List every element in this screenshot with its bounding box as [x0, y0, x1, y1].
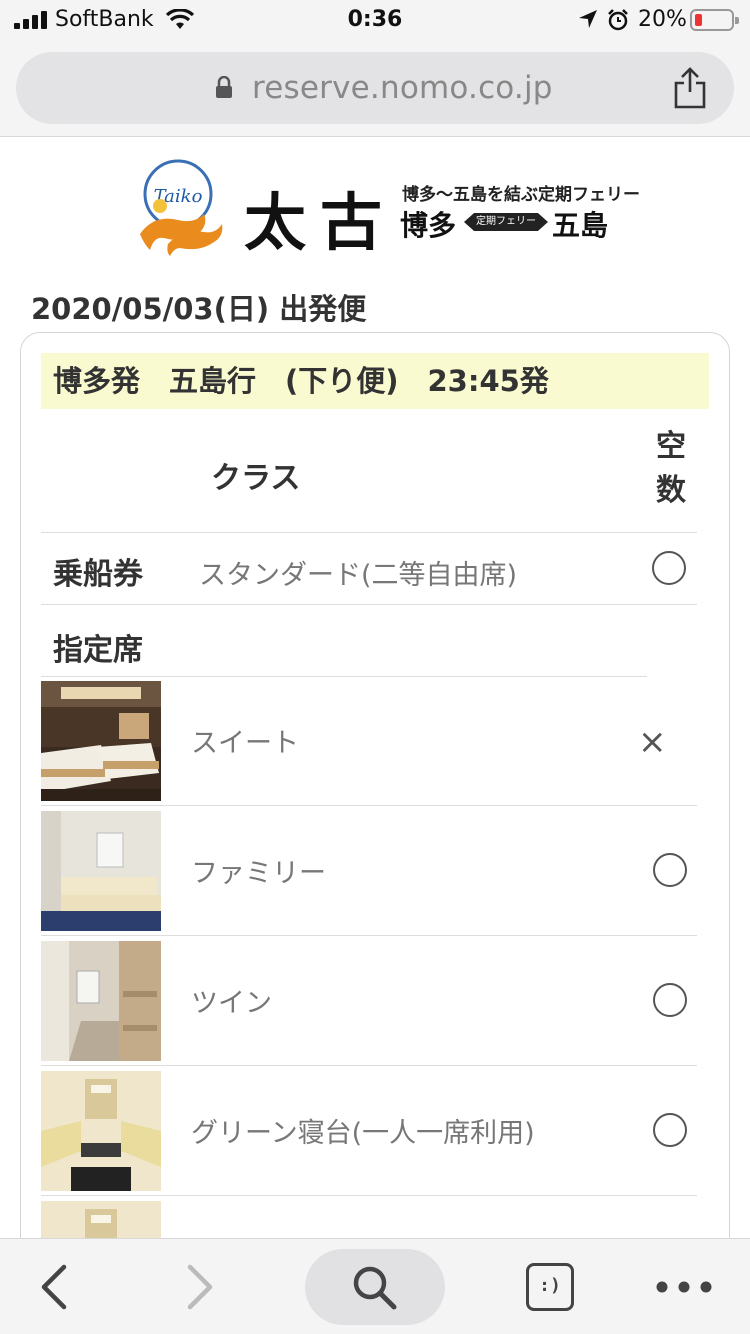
- column-header-availability: 空 数: [653, 425, 689, 513]
- room-name-suite: スイート: [191, 728, 299, 759]
- room-row-family[interactable]: ファミリー: [41, 805, 697, 935]
- availability-card: 博多発 五島行 (下り便) 23:45発 クラス 空 数 乗船券 スタンダード(…: [20, 332, 730, 1262]
- route-from: 博多: [400, 209, 457, 242]
- room-name-family: ファミリー: [191, 858, 326, 889]
- brand-route: 博多 定期フェリー 五島: [400, 204, 620, 242]
- url-text[interactable]: reserve.nomo.co.jp: [252, 70, 553, 106]
- taiko-logo-icon: Taiko: [140, 159, 223, 256]
- share-icon[interactable]: [670, 66, 710, 110]
- battery-percent: 20%: [638, 7, 687, 32]
- alarm-icon: [608, 9, 628, 31]
- tabs-label: :): [539, 1275, 561, 1296]
- search-button[interactable]: [305, 1249, 445, 1325]
- column-header-class: クラス: [211, 461, 301, 496]
- room-name-green-berth: グリーン寝台(一人一席利用): [191, 1118, 535, 1149]
- browser-top-bar: reserve.nomo.co.jp: [0, 40, 750, 137]
- status-bar: SoftBank 0:36 20%: [0, 0, 750, 40]
- room-row-suite[interactable]: スイート ×: [41, 675, 697, 805]
- divider: [41, 532, 697, 533]
- ticket-class-name[interactable]: スタンダード(二等自由席): [199, 553, 517, 592]
- battery-icon: [690, 9, 739, 31]
- route-bar: 博多発 五島行 (下り便) 23:45発: [41, 353, 709, 409]
- route-arrow: 定期フェリー: [464, 213, 548, 231]
- room-photo-family: [41, 811, 161, 931]
- room-name-twin: ツイン: [191, 988, 272, 1019]
- back-icon[interactable]: [34, 1255, 74, 1319]
- ticket-label: 乗船券: [53, 557, 143, 592]
- room-photo-twin: [41, 941, 161, 1061]
- brand-title: 太古: [244, 186, 397, 259]
- room-availability-circle-family[interactable]: [653, 853, 687, 887]
- lock-icon: [216, 76, 232, 98]
- search-icon: [353, 1266, 397, 1310]
- address-bar[interactable]: reserve.nomo.co.jp: [16, 52, 734, 124]
- more-icon[interactable]: [654, 1255, 714, 1319]
- column-header-availability-line1: 空: [656, 429, 686, 464]
- reserved-seats-label: 指定席: [53, 633, 143, 668]
- route-to: 五島: [552, 209, 609, 242]
- departure-date-heading: 2020/05/03(日) 出発便: [31, 292, 367, 326]
- brand-tagline: 博多〜五島を結ぶ定期フェリー: [402, 185, 640, 205]
- column-header-availability-line2: 数: [656, 473, 686, 508]
- browser-toolbar: :): [0, 1238, 750, 1334]
- tabs-button[interactable]: :): [526, 1263, 574, 1311]
- forward-icon[interactable]: [180, 1255, 220, 1319]
- location-arrow-icon: [579, 10, 597, 28]
- ticket-availability-circle[interactable]: [652, 551, 686, 585]
- room-photo-suite: [41, 681, 161, 801]
- room-row-twin[interactable]: ツイン: [41, 935, 697, 1065]
- room-availability-circle-twin[interactable]: [653, 983, 687, 1017]
- room-availability-full-suite: ×: [638, 722, 667, 762]
- site-header: Taiko 太古 博多〜五島を結ぶ定期フェリー 博多 定期フェリー 五島: [0, 138, 750, 268]
- room-photo-green-berth: [41, 1071, 161, 1191]
- room-availability-circle-green-berth[interactable]: [653, 1113, 687, 1147]
- room-row-green-berth[interactable]: グリーン寝台(一人一席利用): [41, 1065, 697, 1195]
- divider: [41, 604, 697, 605]
